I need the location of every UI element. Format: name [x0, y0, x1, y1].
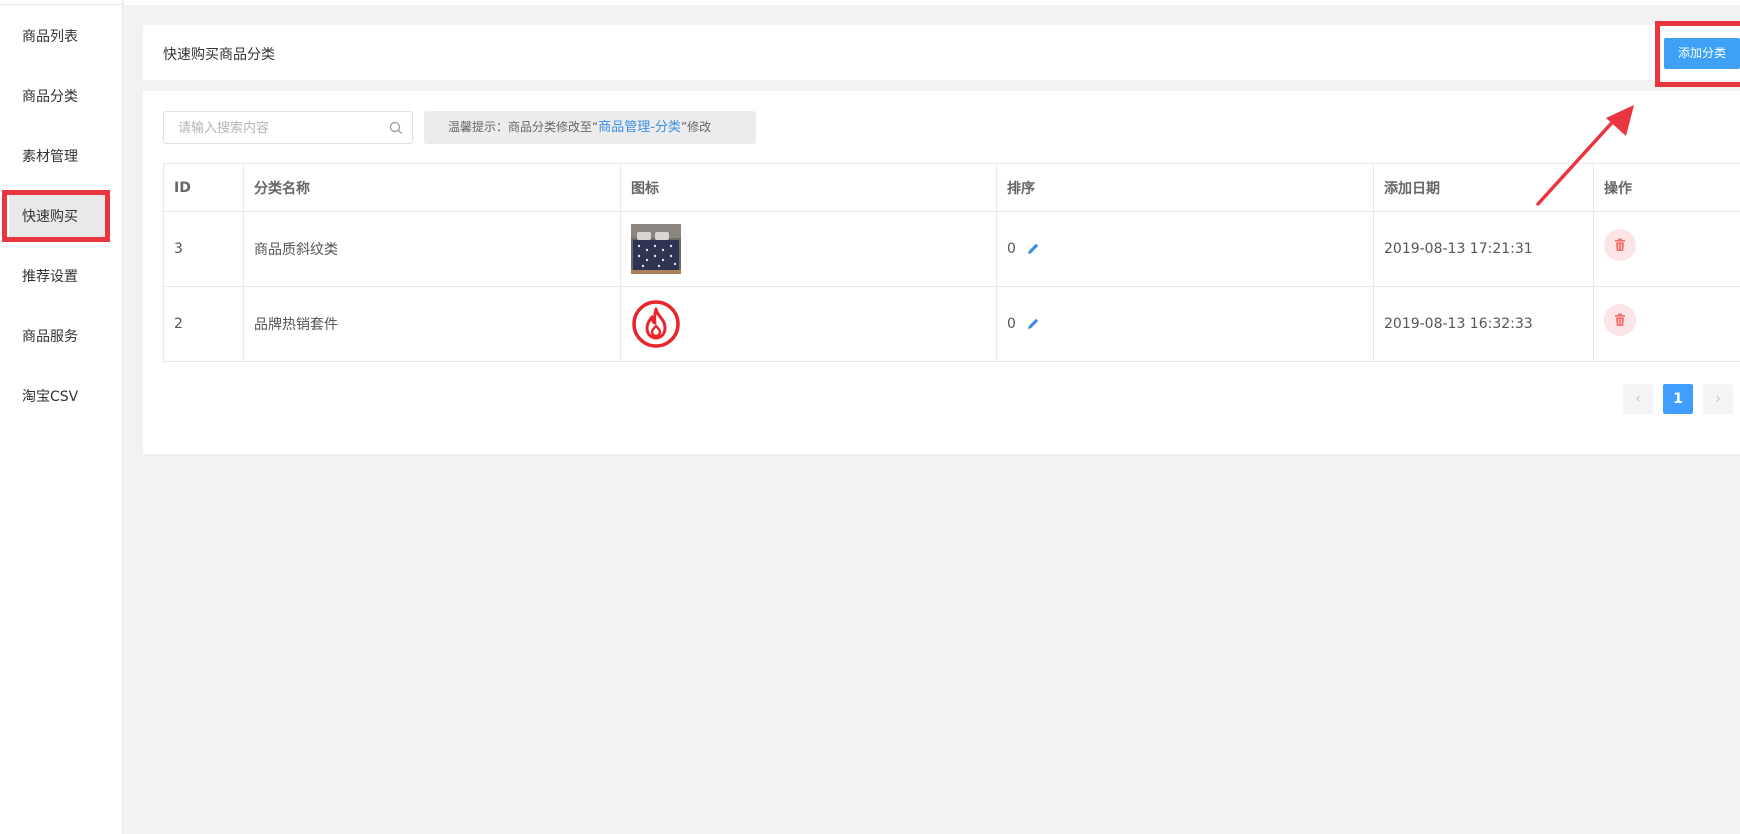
column-header-name: 分类名称 — [244, 164, 621, 211]
cell-name: 商品质斜纹类 — [244, 212, 621, 286]
sidebar-item-recommend-settings[interactable]: 推荐设置 — [22, 266, 78, 286]
search-icon[interactable] — [389, 121, 403, 135]
column-header-sort: 排序 — [997, 164, 1374, 211]
delete-button[interactable] — [1604, 304, 1636, 336]
page-title: 快速购买商品分类 — [163, 47, 275, 63]
pencil-icon[interactable] — [1026, 242, 1040, 256]
table-row: 2 品牌热销套件 0 2019-08-13 16:32:33 — [164, 287, 1740, 362]
bedding-photo-icon — [631, 224, 681, 274]
pagination-prev-button[interactable]: ‹ — [1623, 384, 1653, 414]
cell-date: 2019-08-13 16:32:33 — [1374, 287, 1594, 361]
sidebar-item-product-category[interactable]: 商品分类 — [22, 86, 78, 106]
category-table: ID 分类名称 图标 排序 添加日期 操作 3 商品质斜纹类 0 2019-08… — [163, 163, 1740, 362]
search-box — [163, 111, 413, 144]
sidebar-item-material-management[interactable]: 素材管理 — [22, 146, 78, 166]
cell-actions — [1594, 287, 1740, 361]
sidebar-item-product-list[interactable]: 商品列表 — [22, 26, 78, 46]
cell-actions — [1594, 212, 1740, 286]
fire-icon — [632, 300, 680, 348]
cell-icon — [621, 287, 997, 361]
column-header-id: ID — [164, 164, 244, 211]
table-header-row: ID 分类名称 图标 排序 添加日期 操作 — [164, 164, 1740, 212]
trash-icon — [1615, 313, 1625, 326]
sort-value: 0 — [1007, 241, 1016, 257]
pagination-next-button[interactable]: › — [1703, 384, 1733, 414]
column-header-actions: 操作 — [1604, 180, 1632, 197]
cell-date: 2019-08-13 17:21:31 — [1374, 212, 1594, 286]
pencil-icon[interactable] — [1026, 317, 1040, 331]
tip-suffix: 修改 — [687, 120, 712, 134]
sort-value: 0 — [1007, 316, 1016, 332]
column-header-date: 添加日期 — [1374, 164, 1594, 211]
cell-id: 3 — [164, 212, 244, 286]
trash-icon — [1615, 238, 1625, 251]
column-header-icon: 图标 — [621, 164, 997, 211]
tip-banner: 温馨提示：商品分类修改至“商品管理-分类”修改 — [424, 111, 756, 144]
sidebar: 商品列表 商品分类 素材管理 快速购买 推荐设置 商品服务 淘宝CSV — [0, 0, 123, 834]
pagination: ‹ 1 › — [1623, 384, 1733, 414]
sidebar-top-divider — [0, 0, 122, 5]
top-strip — [124, 0, 1740, 5]
cell-id: 2 — [164, 287, 244, 361]
search-input[interactable] — [178, 118, 378, 138]
page-header: 快速购买商品分类 添加分类 — [143, 25, 1740, 80]
cell-sort: 0 — [997, 287, 1374, 361]
annotation-highlight-box — [2, 190, 110, 242]
sidebar-item-product-service[interactable]: 商品服务 — [22, 326, 78, 346]
cell-icon — [621, 212, 997, 286]
tip-prefix: 温馨提示：商品分类修改至 — [448, 120, 593, 134]
cell-name: 品牌热销套件 — [244, 287, 621, 361]
sidebar-item-taobao-csv[interactable]: 淘宝CSV — [22, 386, 78, 406]
pagination-page-1[interactable]: 1 — [1663, 384, 1693, 414]
delete-button[interactable] — [1604, 229, 1636, 261]
annotation-highlight-box-add — [1655, 21, 1740, 87]
cell-sort: 0 — [997, 212, 1374, 286]
main-panel: 温馨提示：商品分类修改至“商品管理-分类”修改 ID 分类名称 图标 排序 添加… — [143, 91, 1740, 454]
tip-link[interactable]: 商品管理-分类 — [598, 120, 681, 135]
table-row: 3 商品质斜纹类 0 2019-08-13 17:21:31 — [164, 212, 1740, 287]
